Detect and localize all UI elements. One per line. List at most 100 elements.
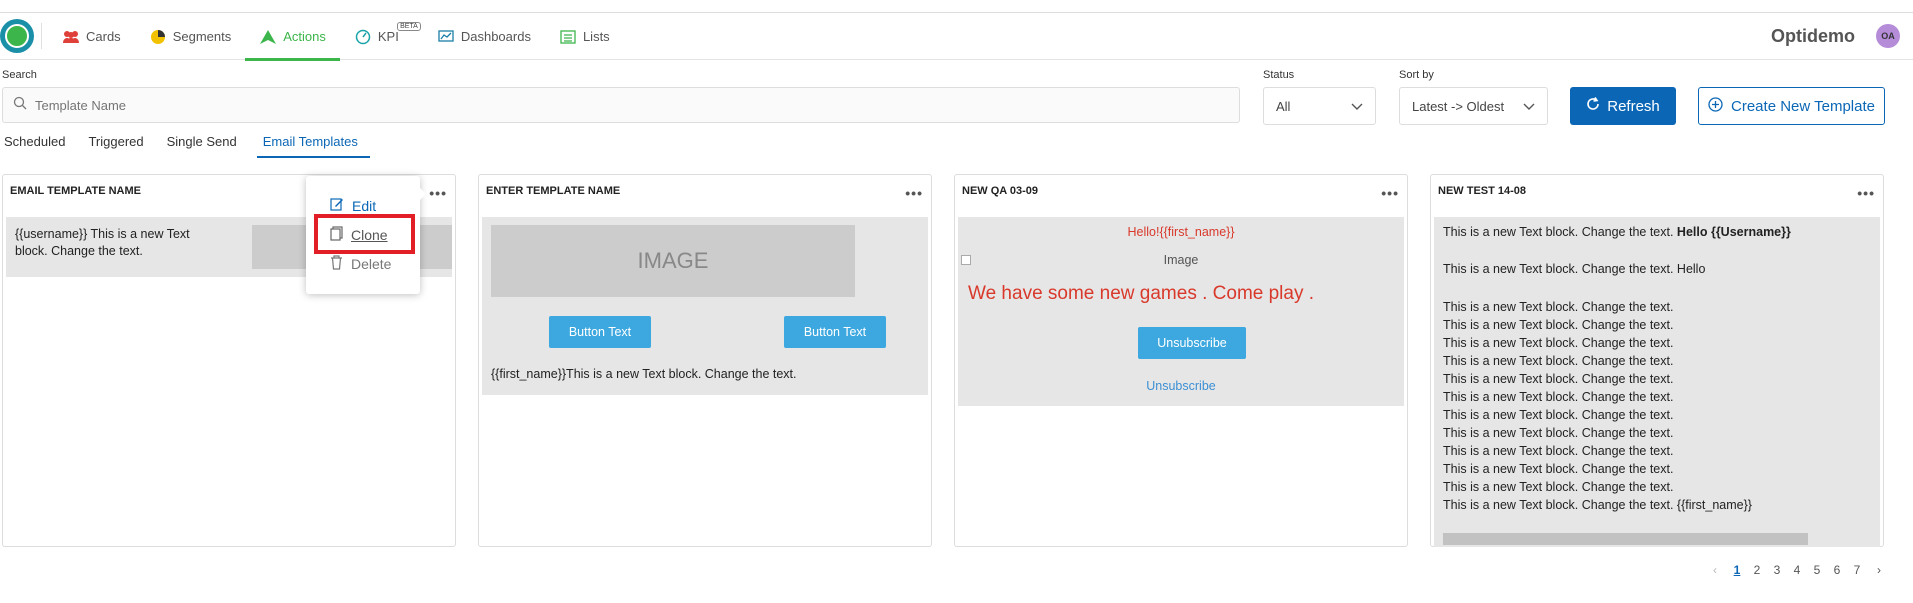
search-input[interactable] xyxy=(35,97,935,113)
app-logo[interactable] xyxy=(0,19,34,53)
nav-item-dashboards[interactable]: Dashboards xyxy=(423,13,545,60)
page-number[interactable]: 2 xyxy=(1747,563,1767,577)
users-icon xyxy=(62,28,80,46)
preview-text-line: This is a new Text block. Change the tex… xyxy=(1443,444,1674,458)
unsubscribe-preview-button: Unsubscribe xyxy=(1138,327,1246,359)
chevron-down-icon xyxy=(1523,99,1535,114)
top-nav-bar: Cards Segments Actions KPI BETA Dashboar… xyxy=(0,12,1913,61)
menu-item-delete[interactable]: Delete xyxy=(330,255,391,273)
menu-label: Edit xyxy=(352,197,377,214)
nav-label: KPI xyxy=(377,29,399,44)
template-preview: IMAGE Button Text Button Text {{first_na… xyxy=(482,217,928,395)
menu-item-edit[interactable]: Edit xyxy=(330,197,376,214)
tab-scheduled[interactable]: Scheduled xyxy=(4,134,77,157)
card-title: NEW QA 03-09 xyxy=(962,185,1039,197)
main-nav: Cards Segments Actions KPI BETA Dashboar… xyxy=(48,13,624,61)
preview-text-line: This is a new Text block. Change the tex… xyxy=(1443,372,1674,386)
chevron-left-icon[interactable]: ‹ xyxy=(1703,563,1727,577)
ellipsis-icon[interactable]: ••• xyxy=(1381,185,1399,201)
template-preview: This is a new Text block. Change the tex… xyxy=(1434,217,1880,547)
preview-text-line: This is a new Text block. Change the tex… xyxy=(1443,354,1674,368)
refresh-label: Refresh xyxy=(1607,97,1660,115)
status-select[interactable]: All xyxy=(1263,87,1376,125)
ellipsis-icon[interactable]: ••• xyxy=(905,185,923,201)
template-card[interactable]: NEW TEST 14-08 ••• This is a new Text bl… xyxy=(1430,174,1884,547)
create-template-button[interactable]: Create New Template xyxy=(1698,87,1885,125)
ellipsis-icon[interactable]: ••• xyxy=(429,185,447,201)
nav-label: Cards xyxy=(86,29,121,44)
page-number[interactable]: 7 xyxy=(1847,563,1867,577)
page-numbers: 1234567 xyxy=(1727,563,1867,577)
menu-label: Delete xyxy=(351,256,392,272)
gauge-icon xyxy=(354,28,372,46)
preview-text-line: This is a new Text block. Change the tex… xyxy=(1443,426,1674,440)
dashboard-icon xyxy=(437,28,455,46)
template-card[interactable]: ENTER TEMPLATE NAME ••• IMAGE Button Tex… xyxy=(478,174,932,547)
preview-text-line: This is a new Text block. Change the tex… xyxy=(1443,408,1674,422)
tab-triggered[interactable]: Triggered xyxy=(88,134,155,157)
nav-item-kpi[interactable]: KPI BETA xyxy=(340,13,421,60)
chevron-right-icon[interactable]: › xyxy=(1867,563,1891,577)
text-bold-segment: Hello {{Username}} xyxy=(1676,225,1791,239)
nav-item-cards[interactable]: Cards xyxy=(48,13,135,60)
text-segment: This is a new Text block. Change the tex… xyxy=(1443,225,1677,239)
refresh-icon xyxy=(1586,97,1600,115)
unsubscribe-preview-link: Unsubscribe xyxy=(1146,379,1216,393)
preview-headline: We have some new games . Come play . xyxy=(968,283,1315,304)
create-template-label: Create New Template xyxy=(1731,97,1875,115)
card-title: EMAIL TEMPLATE NAME xyxy=(10,185,141,197)
send-icon xyxy=(259,28,277,46)
page-number[interactable]: 6 xyxy=(1827,563,1847,577)
template-card[interactable]: NEW QA 03-09 ••• Hello!{{first_name}} Im… xyxy=(954,174,1408,547)
tab-single-send[interactable]: Single Send xyxy=(167,134,249,157)
nav-label: Lists xyxy=(582,29,610,44)
horizontal-scrollbar[interactable] xyxy=(1443,533,1808,545)
preview-text-line: This is a new Text block. Change the tex… xyxy=(1443,480,1674,494)
preview-text-line: This is a new Text block. Change the tex… xyxy=(1443,462,1674,476)
chevron-down-icon xyxy=(1351,99,1363,114)
page-number[interactable]: 5 xyxy=(1807,563,1827,577)
preview-text: This is a new Text block. Change the tex… xyxy=(1443,262,1706,276)
page-number[interactable]: 4 xyxy=(1787,563,1807,577)
nav-item-actions[interactable]: Actions xyxy=(245,13,340,61)
nav-item-lists[interactable]: Lists xyxy=(545,13,624,60)
search-field[interactable] xyxy=(2,87,1240,123)
preview-hello: Hello!{{first_name}} xyxy=(1127,225,1235,239)
brand-name: Optidemo xyxy=(1771,26,1855,46)
preview-text-lines: This is a new Text block. Change the tex… xyxy=(1443,298,1752,514)
preview-text: {{first_name}}This is a new Text block. … xyxy=(491,367,797,381)
card-title: NEW TEST 14-08 xyxy=(1438,185,1527,197)
status-label: Status xyxy=(1263,69,1295,81)
action-tabs: Scheduled Triggered Single Send Email Te… xyxy=(4,134,381,158)
preview-text-line: This is a new Text block. Change the tex… xyxy=(1443,318,1674,332)
trash-icon xyxy=(330,255,343,273)
highlight-box xyxy=(314,214,415,254)
plus-circle-icon xyxy=(1708,96,1723,116)
template-preview: Hello!{{first_name}} Image We have some … xyxy=(958,217,1404,406)
preview-text-line: This is a new Text block. Change the tex… xyxy=(1443,336,1674,350)
nav-item-segments[interactable]: Segments xyxy=(135,13,246,60)
sort-select[interactable]: Latest -> Oldest xyxy=(1399,87,1548,125)
pie-icon xyxy=(149,28,167,46)
preview-text-line: This is a new Text block. Change the tex… xyxy=(1443,390,1674,404)
status-value: All xyxy=(1276,98,1291,114)
search-label: Search xyxy=(2,69,37,81)
nav-label: Dashboards xyxy=(460,29,531,44)
image-placeholder: IMAGE xyxy=(491,225,855,297)
preview-button: Button Text xyxy=(549,316,651,348)
card-title: ENTER TEMPLATE NAME xyxy=(486,185,621,197)
pagination: ‹ 1234567 › xyxy=(1703,563,1891,577)
ellipsis-icon[interactable]: ••• xyxy=(1857,185,1875,201)
preview-text: This is a new Text block. Change the tex… xyxy=(1443,225,1791,239)
preview-text-line: This is a new Text block. Change the tex… xyxy=(1443,300,1674,314)
nav-divider xyxy=(41,23,42,49)
refresh-button[interactable]: Refresh xyxy=(1570,87,1676,125)
page-number[interactable]: 3 xyxy=(1767,563,1787,577)
sort-label: Sort by xyxy=(1399,69,1434,81)
image-alt-text: Image xyxy=(1163,253,1199,267)
avatar[interactable]: OA xyxy=(1876,24,1900,48)
page-number[interactable]: 1 xyxy=(1727,563,1747,577)
edit-icon xyxy=(330,197,344,214)
list-icon xyxy=(559,28,577,46)
tab-email-templates[interactable]: Email Templates xyxy=(256,134,371,158)
